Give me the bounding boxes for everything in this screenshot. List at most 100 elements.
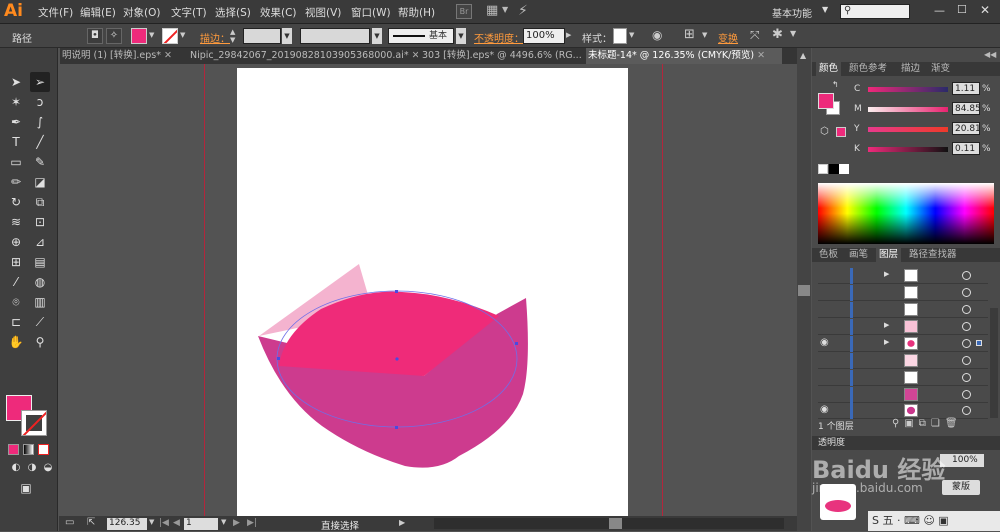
- layer-row[interactable]: [818, 353, 988, 369]
- tab-stroke[interactable]: 描边: [898, 62, 923, 76]
- anchor-point[interactable]: [395, 290, 398, 293]
- first-page-icon[interactable]: |◀: [159, 518, 169, 528]
- layer-row[interactable]: [818, 370, 988, 386]
- free-transform-icon[interactable]: ⊡: [30, 212, 50, 232]
- eye-icon[interactable]: ◉: [820, 337, 829, 348]
- menu-help[interactable]: 帮助(H): [398, 5, 435, 20]
- anchor-point[interactable]: [277, 357, 280, 360]
- chevron-up-icon[interactable]: ▲: [800, 51, 806, 60]
- gradient-tool-icon[interactable]: ▤: [30, 252, 50, 272]
- menu-object[interactable]: 对象(O): [123, 5, 160, 20]
- locate-object-icon[interactable]: ⚲: [892, 418, 904, 429]
- gradient-mode-swatch[interactable]: [23, 444, 34, 455]
- target-circle-icon[interactable]: [962, 373, 971, 382]
- rotate-tool-icon[interactable]: ↻: [6, 192, 26, 212]
- target-circle-icon[interactable]: [962, 322, 971, 331]
- layer-row[interactable]: [818, 387, 988, 403]
- vertical-scrollbar[interactable]: ▲: [797, 48, 811, 531]
- rectangle-tool-icon[interactable]: ▭: [6, 152, 26, 172]
- layer-row[interactable]: ▶: [818, 319, 988, 335]
- none-mode-swatch[interactable]: [38, 444, 49, 455]
- anchor-point[interactable]: [515, 342, 518, 345]
- scale-tool-icon[interactable]: ⧉: [30, 192, 50, 212]
- screen-mode-icon[interactable]: ▭: [65, 517, 74, 528]
- swap-colors-icon[interactable]: ↰: [832, 80, 839, 89]
- chevron-down-icon[interactable]: ▼: [149, 518, 154, 526]
- target-circle-icon[interactable]: [962, 271, 971, 280]
- menu-window[interactable]: 窗口(W): [351, 5, 391, 20]
- artboard-tool-icon[interactable]: ⊏: [6, 312, 26, 332]
- horizontal-scrollbar[interactable]: [434, 518, 784, 529]
- anchor-point[interactable]: [395, 357, 399, 361]
- close-icon[interactable]: ✕: [412, 50, 418, 61]
- horizontal-scroll-thumb[interactable]: [609, 518, 622, 529]
- menu-view[interactable]: 视图(V): [305, 5, 341, 20]
- menu-effect[interactable]: 效果(C): [260, 5, 297, 20]
- stroke-swatch[interactable]: [162, 28, 178, 44]
- bridge-button[interactable]: Br: [456, 4, 472, 19]
- delete-icon[interactable]: 🗑: [945, 418, 963, 429]
- eraser-icon[interactable]: ◪: [30, 172, 50, 192]
- chevron-down-icon[interactable]: ▼: [372, 28, 382, 44]
- workspace-switcher[interactable]: 基本功能: [772, 5, 812, 20]
- tab-swatches[interactable]: 色板: [816, 248, 841, 262]
- selection-indicator[interactable]: [976, 340, 982, 346]
- opacity-label-link[interactable]: 不透明度：: [474, 30, 524, 45]
- clipping-mask-icon[interactable]: ▣: [904, 418, 918, 429]
- transparency-panel-tab[interactable]: 透明度: [812, 436, 1000, 450]
- yellow-input[interactable]: 20.81: [952, 122, 981, 135]
- expand-arrow-icon[interactable]: ▶: [884, 321, 889, 329]
- last-page-icon[interactable]: ▶|: [247, 518, 257, 528]
- layer-row[interactable]: [818, 302, 988, 318]
- stroke-label-link[interactable]: 描边：: [200, 30, 230, 45]
- panel-fill-swatch[interactable]: [818, 93, 834, 109]
- tab-color[interactable]: 颜色: [816, 62, 842, 76]
- new-layer-icon[interactable]: ❏: [931, 418, 945, 429]
- white-swatch[interactable]: [839, 164, 849, 174]
- maximize-button[interactable]: ☐: [957, 3, 967, 16]
- eyedropper-icon[interactable]: ⁄: [6, 272, 26, 292]
- artboard-number-input[interactable]: 1: [184, 518, 218, 530]
- tab-document-2[interactable]: Nipic_29842067_20190828103905368000.ai* …: [188, 48, 418, 64]
- ime-taskbar[interactable]: S 五 · ⌨ ☺ ▣: [868, 511, 1000, 531]
- gamut-swatch[interactable]: [836, 127, 846, 137]
- anchor-icon[interactable]: ✧: [106, 28, 122, 44]
- collapse-panels-icon[interactable]: ◀◀: [984, 50, 996, 59]
- cyan-input[interactable]: 1.11: [952, 82, 980, 95]
- fill-swatch[interactable]: [131, 28, 147, 44]
- tab-brushes[interactable]: 画笔: [846, 248, 871, 262]
- status-tool-name[interactable]: 直接选择: [321, 518, 359, 532]
- zoom-tool-icon[interactable]: ⚲: [30, 332, 50, 352]
- menu-type[interactable]: 文字(T): [171, 5, 207, 20]
- column-graph-icon[interactable]: ▥: [30, 292, 50, 312]
- chevron-down-icon[interactable]: ▼: [702, 31, 707, 39]
- next-page-icon[interactable]: ▶: [233, 518, 240, 528]
- screen-mode-icon[interactable]: ▣: [16, 478, 36, 498]
- chevron-down-icon[interactable]: ▼: [180, 31, 185, 39]
- eye-icon[interactable]: ◉: [820, 404, 829, 415]
- expand-arrow-icon[interactable]: ▶: [884, 338, 889, 346]
- chevron-down-icon[interactable]: ▼: [822, 5, 828, 14]
- target-circle-icon[interactable]: [962, 288, 971, 297]
- menu-edit[interactable]: 编辑(E): [80, 5, 116, 20]
- zoom-input[interactable]: 126.35: [107, 518, 147, 530]
- document-canvas[interactable]: [59, 64, 796, 516]
- previous-page-icon[interactable]: ◀: [173, 518, 180, 528]
- magenta-input[interactable]: 84.85: [952, 102, 981, 115]
- chevron-down-icon[interactable]: ▼: [629, 31, 634, 39]
- tab-pathfinder[interactable]: 路径查找器: [906, 248, 960, 262]
- magenta-slider[interactable]: [868, 107, 948, 112]
- recolor-icon[interactable]: ◉: [652, 28, 662, 42]
- shape-builder-icon[interactable]: ⊕: [6, 232, 26, 252]
- variable-width-profile[interactable]: [300, 28, 370, 44]
- share-icon[interactable]: ⇱: [87, 517, 95, 528]
- menu-file[interactable]: 文件(F): [38, 5, 73, 20]
- make-mask-button[interactable]: 蒙版: [942, 480, 980, 495]
- layer-row[interactable]: ◉ ▶: [818, 336, 988, 352]
- perspective-grid-icon[interactable]: ⊿: [30, 232, 50, 252]
- pen-tool-icon[interactable]: ✒: [6, 112, 26, 132]
- tab-document-active[interactable]: 未标题-14* @ 126.35% (CMYK/预览) ✕: [586, 48, 782, 64]
- transform-link[interactable]: 变换: [718, 30, 738, 45]
- transform-icon[interactable]: ⤧: [750, 28, 760, 43]
- tab-layers[interactable]: 图层: [876, 248, 902, 262]
